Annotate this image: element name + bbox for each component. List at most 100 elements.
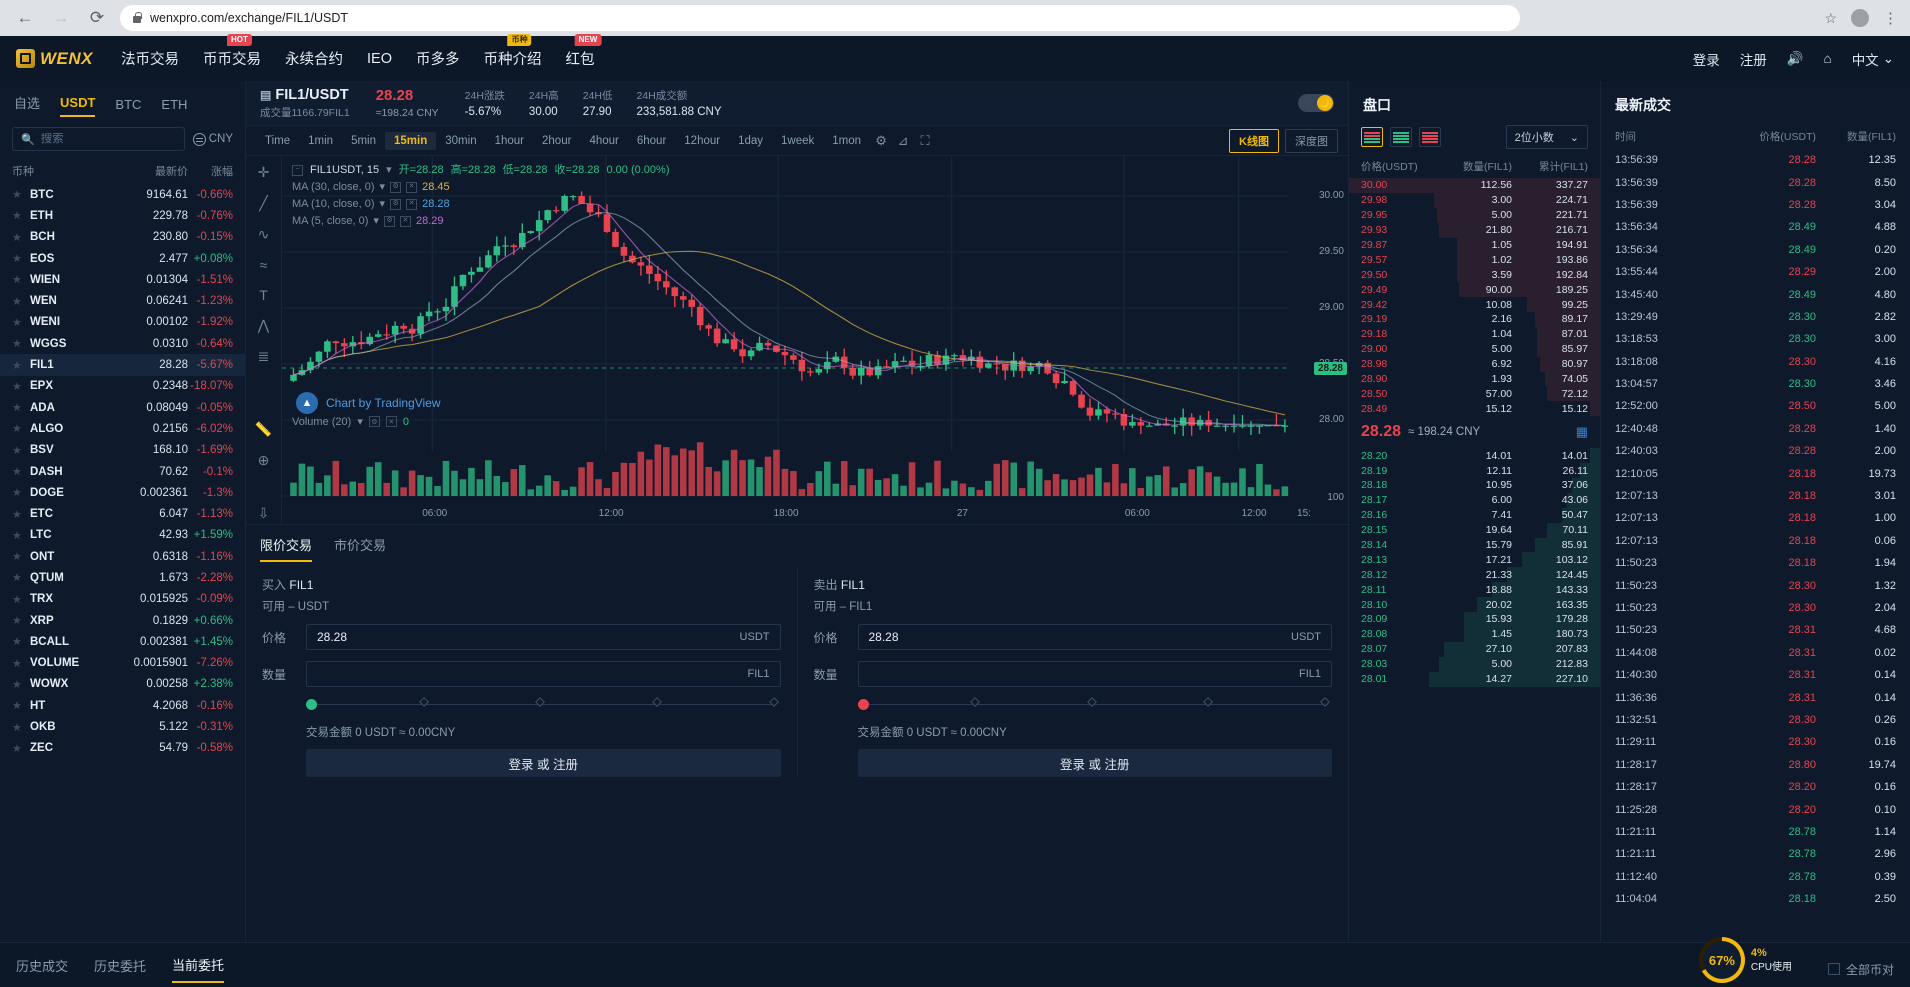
favorite-star-icon[interactable]: ★ (12, 657, 30, 670)
chevron-down-icon[interactable]: ▾ (357, 415, 363, 428)
bookmark-star-icon[interactable]: ☆ (1824, 10, 1837, 27)
indicator-icon[interactable]: ⊿ (892, 131, 914, 151)
theme-toggle[interactable] (1298, 94, 1334, 112)
favorite-star-icon[interactable]: ★ (12, 316, 30, 329)
market-tab-BTC[interactable]: BTC (115, 97, 141, 117)
orderbook-row[interactable]: 28.16 7.41 50.47 (1349, 507, 1600, 523)
nav-item-4[interactable]: 币多多 (416, 48, 460, 69)
favorite-star-icon[interactable]: ★ (12, 337, 30, 350)
favorite-star-icon[interactable]: ★ (12, 678, 30, 691)
nav-item-6[interactable]: 红包 NEW (565, 34, 602, 69)
coin-row-WIEN[interactable]: ★ WIEN 0.01304 -1.51% (0, 269, 245, 290)
favorite-star-icon[interactable]: ★ (12, 188, 30, 201)
timeframe-6hour[interactable]: 6hour (628, 132, 675, 150)
buy-amount-input[interactable] (317, 667, 748, 681)
sell-amount-input[interactable] (868, 667, 1299, 681)
orderbook-row[interactable]: 30.00 112.56 337.27 (1349, 178, 1600, 193)
address-bar[interactable]: wenxpro.com/exchange/FIL1/USDT (120, 5, 1520, 31)
chevron-down-icon[interactable]: ▾ (380, 179, 386, 196)
timeframe-5min[interactable]: 5min (342, 132, 385, 150)
buy-price-input[interactable] (317, 630, 740, 644)
orderbook-bids-icon[interactable] (1390, 127, 1412, 147)
sell-price-input[interactable] (868, 630, 1292, 644)
wave-icon[interactable]: ∿ (258, 226, 270, 243)
chart-canvas[interactable]: − FIL1USDT, 15 ▾ 开=28.28 高=28.28 低=28.28… (282, 156, 1348, 524)
sell-amount-field[interactable]: FIL1 (857, 661, 1332, 687)
coin-row-ETC[interactable]: ★ ETC 6.047 -1.13% (0, 503, 245, 524)
buy-slider-handle[interactable] (306, 699, 317, 710)
sell-amount-slider[interactable] (857, 697, 1330, 712)
ma-close-icon[interactable]: ✕ (406, 199, 418, 211)
orderbook-row[interactable]: 28.13 17.21 103.12 (1349, 552, 1600, 568)
favorite-star-icon[interactable]: ★ (12, 550, 30, 563)
favorite-star-icon[interactable]: ★ (12, 699, 30, 712)
orderbook-row[interactable]: 28.19 12.11 26.11 (1349, 463, 1600, 479)
currency-toggle[interactable]: CNY (192, 132, 233, 146)
orderbook-row[interactable]: 28.49 15.12 15.12 (1349, 401, 1600, 417)
coin-row-WENI[interactable]: ★ WENI 0.00102 -1.92% (0, 312, 245, 333)
market-tab-ETH[interactable]: ETH (161, 97, 187, 117)
fib-icon[interactable]: ≈ (260, 257, 268, 273)
buy-amount-field[interactable]: FIL1 (306, 661, 781, 687)
orderbook-row[interactable]: 28.15 19.64 70.11 (1349, 522, 1600, 538)
coin-row-ALGO[interactable]: ★ ALGO 0.2156 -6.02% (0, 418, 245, 439)
ma-settings-icon[interactable]: ⚙ (390, 199, 402, 211)
orderbook-row[interactable]: 28.07 27.10 207.83 (1349, 641, 1600, 657)
orderbook-row[interactable]: 29.50 3.59 192.84 (1349, 267, 1600, 283)
favorite-star-icon[interactable]: ★ (12, 273, 30, 286)
favorite-star-icon[interactable]: ★ (12, 209, 30, 222)
orderbook-row[interactable]: 29.93 21.80 216.71 (1349, 222, 1600, 238)
language-selector[interactable]: 中文 ⌄ (1852, 49, 1894, 69)
ma-settings-icon[interactable]: ⚙ (383, 216, 395, 228)
collapse-icon[interactable]: ⇩ (258, 505, 270, 522)
orderbook-row[interactable]: 28.08 1.45 180.73 (1349, 626, 1600, 642)
sell-price-field[interactable]: USDT (857, 624, 1332, 650)
timeframe-1hour[interactable]: 1hour (486, 132, 533, 150)
coin-row-ADA[interactable]: ★ ADA 0.08049 -0.05% (0, 397, 245, 418)
zoom-in-icon[interactable]: ⊕ (258, 452, 270, 469)
trade-tab-0[interactable]: 限价交易 (260, 535, 313, 562)
fullscreen-icon[interactable]: ⛶ (914, 131, 936, 151)
reload-icon[interactable]: ⟳ (84, 5, 110, 31)
orderbook-row[interactable]: 29.98 3.00 224.71 (1349, 192, 1600, 208)
coin-row-EPX[interactable]: ★ EPX 0.2348 -18.07% (0, 376, 245, 397)
depth-chart-icon[interactable]: ▦ (1576, 424, 1588, 440)
orderbook-row[interactable]: 28.18 10.95 37.06 (1349, 478, 1600, 493)
coin-row-EOS[interactable]: ★ EOS 2.477 +0.08% (0, 248, 245, 269)
volume-settings-icon[interactable]: ⚙ (368, 416, 380, 427)
coin-row-FIL1[interactable]: ★ FIL1 28.28 -5.67% (0, 354, 245, 376)
timeframe-Time[interactable]: Time (256, 132, 299, 150)
coin-row-WOWX[interactable]: ★ WOWX 0.00258 +2.38% (0, 674, 245, 695)
measure-icon[interactable]: ≣ (258, 348, 270, 365)
favorite-star-icon[interactable]: ★ (12, 252, 30, 265)
col-symbol[interactable]: 币种 (12, 163, 108, 179)
favorite-star-icon[interactable]: ★ (12, 742, 30, 755)
coin-row-TRX[interactable]: ★ TRX 0.015925 -0.09% (0, 589, 245, 610)
nav-item-5[interactable]: 币种介绍 币种 (483, 34, 541, 69)
favorite-star-icon[interactable]: ★ (12, 465, 30, 478)
orders-tab-0[interactable]: 当前委托 (172, 955, 225, 983)
orderbook-row[interactable]: 29.19 2.16 89.17 (1349, 312, 1600, 327)
browser-menu-icon[interactable]: ⋮ (1883, 9, 1898, 27)
favorite-star-icon[interactable]: ★ (12, 422, 30, 435)
ma-close-icon[interactable]: ✕ (406, 182, 418, 194)
timeframe-1week[interactable]: 1week (772, 132, 823, 150)
ma-settings-icon[interactable]: ⚙ (390, 182, 402, 194)
ticker-pair[interactable]: ▤ FIL1/USDT (260, 87, 350, 103)
decimal-selector[interactable]: 2位小数 ⌄ (1505, 125, 1588, 149)
timeframe-2hour[interactable]: 2hour (533, 132, 580, 150)
profile-avatar[interactable] (1851, 9, 1869, 27)
back-icon[interactable]: ← (12, 5, 38, 31)
orderbook-row[interactable]: 28.11 18.88 143.33 (1349, 582, 1600, 598)
favorite-star-icon[interactable]: ★ (12, 529, 30, 542)
coin-row-ZEC[interactable]: ★ ZEC 54.79 -0.58% (0, 738, 245, 759)
timeframe-4hour[interactable]: 4hour (580, 132, 627, 150)
coin-row-QTUM[interactable]: ★ QTUM 1.673 -2.28% (0, 567, 245, 588)
sell-slider-handle[interactable] (857, 699, 869, 710)
coin-row-DOGE[interactable]: ★ DOGE 0.002361 -1.3% (0, 482, 245, 503)
favorite-star-icon[interactable]: ★ (12, 401, 30, 414)
sell-login-button[interactable]: 登录 或 注册 (857, 749, 1332, 777)
orderbook-row[interactable]: 29.57 1.02 193.86 (1349, 252, 1600, 268)
orderbook-row[interactable]: 29.95 5.00 221.71 (1349, 207, 1600, 223)
coin-row-BTC[interactable]: ★ BTC 9164.61 -0.66% (0, 184, 245, 205)
